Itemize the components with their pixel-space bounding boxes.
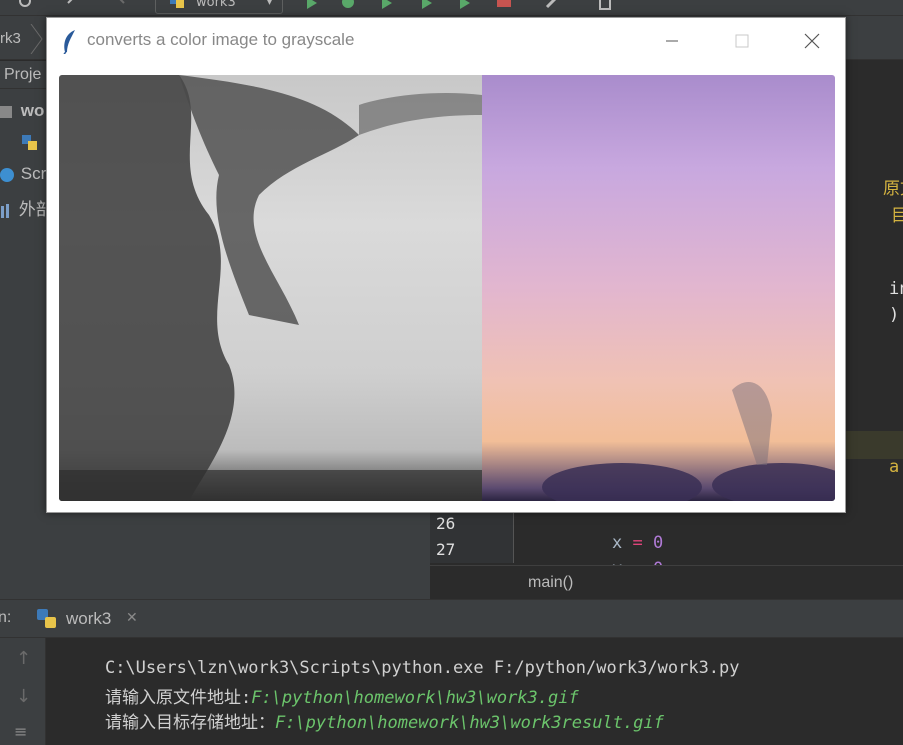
python-icon <box>36 608 58 634</box>
search-icon[interactable] <box>18 0 32 10</box>
close-icon <box>804 33 820 49</box>
back-arrow-icon[interactable] <box>64 0 78 10</box>
scratches-icon <box>0 164 21 183</box>
close-icon[interactable]: ✕ <box>126 610 138 626</box>
console-line: 请输入目标存储地址：F:\python\homework\hw3\work3re… <box>104 713 664 733</box>
grayscale-image-region <box>59 75 482 501</box>
profile-icon[interactable] <box>420 0 434 10</box>
debug-icon[interactable] <box>340 0 354 10</box>
run-configuration-dropdown[interactable]: work3 ▾ <box>155 0 283 14</box>
run-tab-work3[interactable]: work3 ✕ <box>28 600 148 638</box>
arrow-down-icon[interactable]: ↓ <box>16 686 31 707</box>
tk-app-window[interactable]: converts a color image to grayscale <box>46 17 846 513</box>
chevron-down-icon: ▾ <box>266 0 272 8</box>
run-icon[interactable] <box>305 0 319 10</box>
arrow-up-icon[interactable]: ↑ <box>16 648 31 669</box>
forward-arrow-icon[interactable] <box>114 0 128 10</box>
python-file-icon <box>20 135 40 157</box>
ide-toolbar: work3 ▾ <box>0 0 903 16</box>
grayscale-leaves-image <box>59 75 482 501</box>
maximize-button[interactable] <box>713 18 771 64</box>
editor-breadcrumb-bar: main() <box>430 565 903 599</box>
run-panel-label: n: <box>0 609 12 626</box>
minimize-icon <box>666 40 678 42</box>
code-fragment: a col <box>888 457 900 477</box>
image-canvas <box>59 75 835 501</box>
function-breadcrumb[interactable]: main() <box>528 574 573 592</box>
line-number: 26 <box>436 514 456 533</box>
tree-item-project-root[interactable]: wo <box>0 101 44 121</box>
window-titlebar[interactable]: converts a color image to grayscale <box>47 18 845 64</box>
external-libraries-icon <box>0 200 19 219</box>
project-panel-title[interactable]: Proje <box>4 66 41 84</box>
run-tool-window: n: work3 ✕ ↑ ↓ ≡ C:\Users\lzn\work3\Scri… <box>0 599 903 745</box>
window-title: converts a color image to grayscale <box>87 30 355 49</box>
folder-icon <box>0 105 12 118</box>
line-number: 27 <box>436 540 456 559</box>
run-side-toolbar: ↑ ↓ ≡ <box>0 638 46 745</box>
tree-item-python-file[interactable] <box>20 133 40 158</box>
close-window-button[interactable] <box>783 18 841 64</box>
stop-icon[interactable] <box>497 0 511 10</box>
color-image-region <box>482 75 835 501</box>
minimize-button[interactable] <box>643 18 701 64</box>
feather-icon <box>61 28 79 55</box>
run-tab-label: work3 <box>66 609 112 628</box>
python-config-icon <box>170 0 186 15</box>
code-fragment: 目标存 <box>890 206 903 226</box>
edit-configuration-icon[interactable] <box>545 0 559 10</box>
breadcrumb-separator-icon <box>30 23 44 55</box>
run-with-coverage-icon[interactable] <box>380 0 394 10</box>
sdk-icon[interactable] <box>598 0 612 10</box>
tree-item-label: wo <box>20 101 45 120</box>
maximize-icon <box>735 34 749 48</box>
breadcrumb-project: rk3 <box>0 30 21 47</box>
code-fragment: ) <box>888 305 900 325</box>
console-user-input: F:\python\homework\hw3\work3result.gif <box>274 713 664 733</box>
color-sky-image <box>542 382 835 501</box>
step-icon[interactable] <box>458 0 472 10</box>
run-tab-bar: n: work3 ✕ <box>0 600 903 638</box>
soft-wrap-icon[interactable]: ≡ <box>14 722 27 741</box>
run-config-label: work3 <box>196 0 236 10</box>
tree-item-external-libraries[interactable]: 外部 <box>0 195 53 220</box>
